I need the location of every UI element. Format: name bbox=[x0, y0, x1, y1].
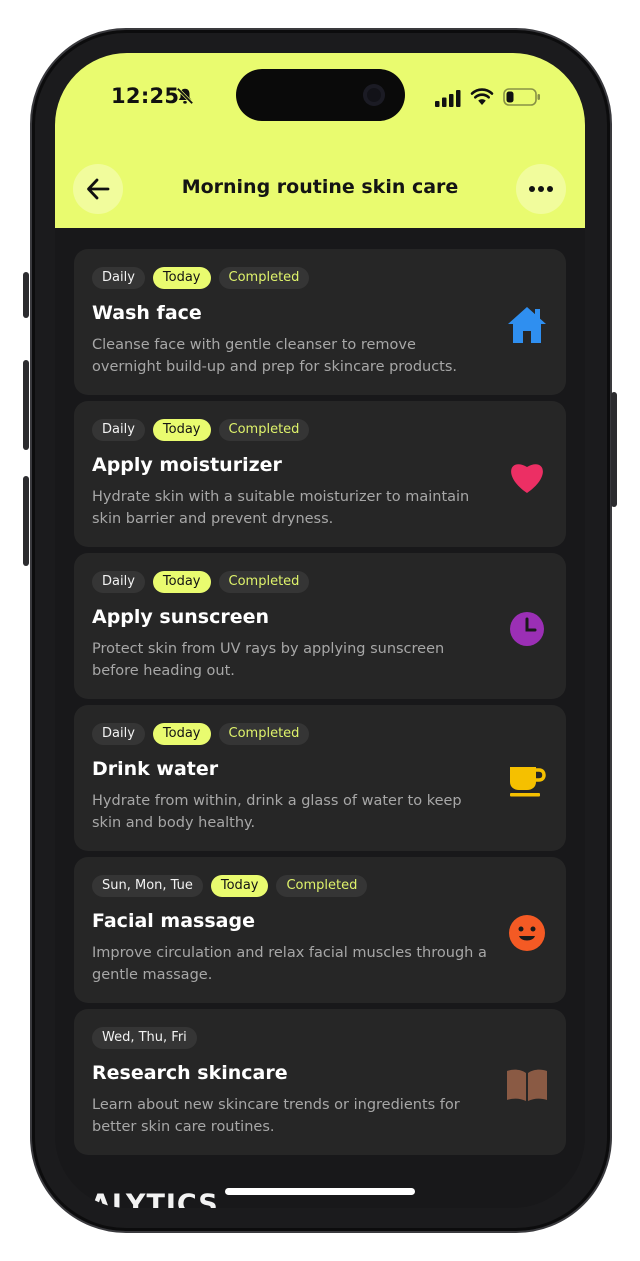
card-title: Facial massage bbox=[92, 910, 255, 932]
card-description: Improve circulation and relax facial mus… bbox=[92, 945, 487, 983]
card-description: Hydrate skin with a suitable moisturizer… bbox=[92, 489, 470, 527]
routine-card[interactable]: Daily Today Completed Apply moisturizer … bbox=[74, 401, 566, 547]
card-icon-wrap bbox=[506, 456, 548, 498]
today-chip: Today bbox=[152, 419, 211, 441]
card-icon-wrap bbox=[506, 760, 548, 802]
card-description: Learn about new skincare trends or ingre… bbox=[92, 1097, 460, 1135]
today-chip: Today bbox=[152, 267, 211, 289]
card-tags: Sun, Mon, Tue Today Completed bbox=[92, 875, 368, 897]
today-chip: Today bbox=[152, 571, 211, 593]
card-tags: Daily Today Completed bbox=[92, 723, 310, 745]
card-tags: Daily Today Completed bbox=[92, 419, 310, 441]
routine-card[interactable]: Daily Today Completed Drink water Hydrat… bbox=[74, 705, 566, 851]
card-description: Protect skin from UV rays by applying su… bbox=[92, 641, 445, 679]
volume-down-button bbox=[23, 476, 29, 566]
coffee-cup-icon bbox=[510, 767, 546, 797]
card-icon-wrap bbox=[506, 912, 548, 954]
header-bar: 12:25 Morning routine skin care bbox=[55, 53, 585, 228]
recurrence-chip: Wed, Thu, Fri bbox=[92, 1027, 197, 1049]
battery-icon bbox=[503, 88, 540, 106]
completed-chip: Completed bbox=[276, 875, 368, 897]
card-tags: Daily Today Completed bbox=[92, 571, 310, 593]
today-chip: Today bbox=[152, 723, 211, 745]
more-horizontal-icon bbox=[529, 186, 553, 192]
routine-card[interactable]: Daily Today Completed Apply sunscreen Pr… bbox=[74, 553, 566, 699]
book-icon bbox=[507, 1069, 547, 1101]
routine-card[interactable]: Wed, Thu, Fri Research skincare Learn ab… bbox=[74, 1009, 566, 1155]
smiley-icon bbox=[509, 915, 545, 951]
card-tags: Daily Today Completed bbox=[92, 267, 310, 289]
completed-chip: Completed bbox=[218, 723, 310, 745]
wifi-icon bbox=[470, 88, 494, 105]
dynamic-island bbox=[236, 69, 405, 121]
camera-icon bbox=[363, 84, 385, 106]
screen: 12:25 Morning routine skin care Daily To… bbox=[55, 53, 585, 1208]
card-icon-wrap bbox=[506, 304, 548, 346]
completed-chip: Completed bbox=[218, 571, 310, 593]
card-icon-wrap bbox=[506, 1064, 548, 1106]
completed-chip: Completed bbox=[218, 267, 310, 289]
card-description: Hydrate from within, drink a glass of wa… bbox=[92, 793, 462, 831]
recurrence-chip: Daily bbox=[92, 419, 145, 441]
routine-card[interactable]: Daily Today Completed Wash face Cleanse … bbox=[74, 249, 566, 395]
card-tags: Wed, Thu, Fri bbox=[92, 1027, 197, 1049]
home-icon bbox=[508, 307, 546, 343]
card-title: Wash face bbox=[92, 302, 202, 324]
card-title: Drink water bbox=[92, 758, 219, 780]
routine-card[interactable]: Sun, Mon, Tue Today Completed Facial mas… bbox=[74, 857, 566, 1003]
cellular-signal-icon bbox=[435, 90, 461, 107]
card-icon-wrap bbox=[506, 608, 548, 650]
recurrence-chip: Daily bbox=[92, 723, 145, 745]
recurrence-chip: Daily bbox=[92, 571, 145, 593]
side-button bbox=[23, 272, 29, 318]
more-options-button[interactable] bbox=[516, 164, 566, 214]
volume-up-button bbox=[23, 360, 29, 450]
today-chip: Today bbox=[210, 875, 269, 897]
status-time: 12:25 bbox=[111, 84, 180, 108]
bell-slash-icon bbox=[176, 87, 194, 105]
heart-icon bbox=[511, 464, 543, 493]
analytics-section-title: ALYTICS bbox=[90, 1189, 219, 1208]
power-button bbox=[611, 392, 617, 507]
card-title: Apply sunscreen bbox=[92, 606, 270, 628]
routine-list: Daily Today Completed Wash face Cleanse … bbox=[74, 249, 566, 1161]
page-title: Morning routine skin care bbox=[181, 176, 459, 198]
card-description: Cleanse face with gentle cleanser to rem… bbox=[92, 337, 458, 375]
completed-chip: Completed bbox=[218, 419, 310, 441]
clock-icon bbox=[510, 612, 544, 646]
recurrence-chip: Daily bbox=[92, 267, 145, 289]
recurrence-chip: Sun, Mon, Tue bbox=[92, 875, 203, 897]
card-title: Apply moisturizer bbox=[92, 454, 282, 476]
card-title: Research skincare bbox=[92, 1062, 288, 1084]
home-indicator[interactable] bbox=[225, 1188, 415, 1195]
